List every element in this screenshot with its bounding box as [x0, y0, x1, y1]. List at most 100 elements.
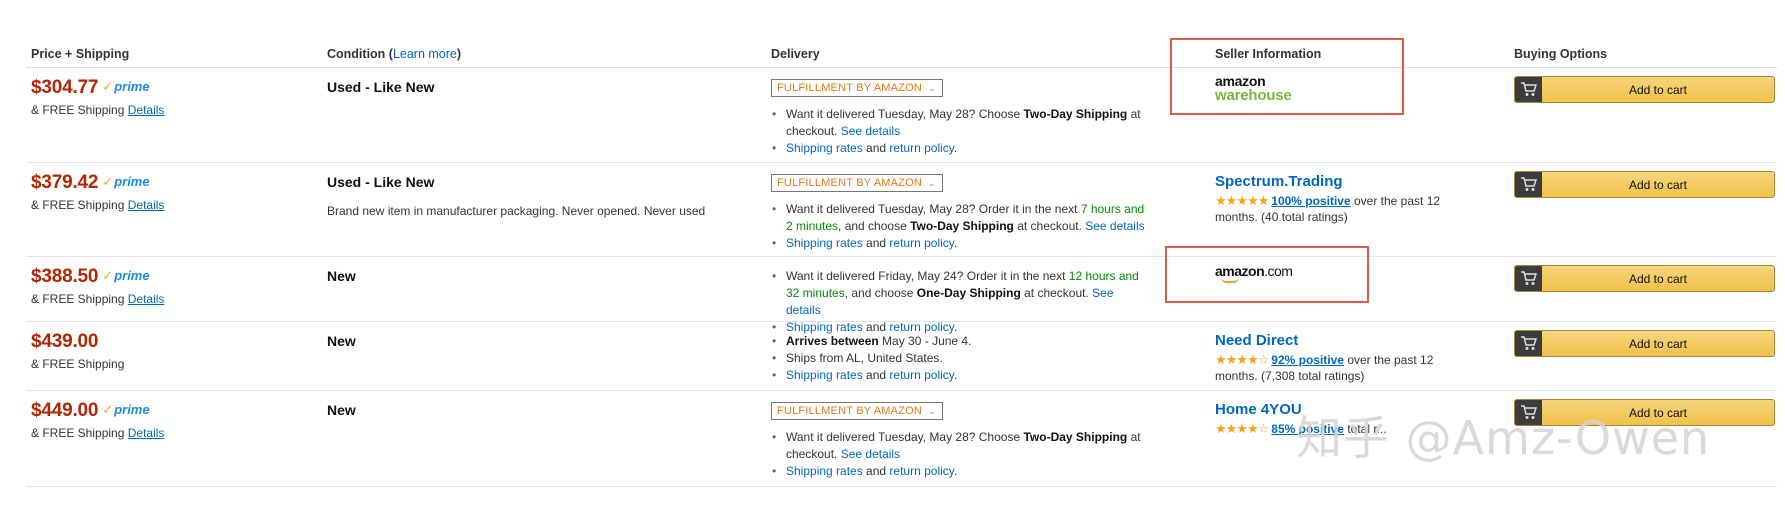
- condition-text: New: [327, 333, 356, 349]
- fulfillment-dropdown[interactable]: FULFILLMENT BY AMAZON ⌄: [771, 79, 943, 97]
- add-to-cart-button[interactable]: Add to cart: [1514, 171, 1775, 198]
- seller-name-link[interactable]: Need Direct: [1215, 332, 1465, 349]
- details-link[interactable]: Details: [128, 426, 165, 440]
- offer-price: $304.77: [31, 77, 99, 98]
- add-to-cart-button[interactable]: Add to cart: [1514, 76, 1775, 103]
- offer-price: $379.42: [31, 172, 99, 193]
- shipping-policy: Shipping rates and return policy.: [771, 235, 1151, 252]
- return-policy-link[interactable]: return policy: [889, 368, 953, 382]
- condition-cell: Used - Like New Brand new item in manufa…: [327, 174, 705, 218]
- positive-link[interactable]: 92% positive: [1271, 353, 1344, 367]
- add-to-cart-button[interactable]: Add to cart: [1514, 330, 1775, 357]
- shipping-info: & FREE Shipping Details: [31, 292, 165, 306]
- condition-note: Brand new item in manufacturer packaging…: [327, 204, 706, 218]
- star-rating-icon: ★★★★☆: [1215, 352, 1269, 367]
- watermark-text: 知乎 @Amz-Owen: [1296, 411, 1711, 465]
- shipping-rates-link[interactable]: Shipping rates: [786, 368, 863, 382]
- prime-check-icon: ✓: [102, 268, 114, 283]
- offer-price: $449.00: [31, 400, 99, 421]
- prime-badge: ✓prime: [102, 79, 150, 94]
- star-rating-icon: ★★★★★: [1215, 193, 1269, 208]
- header-condition: Condition (Learn more): [327, 47, 462, 61]
- delivery-list: Want it delivered Tuesday, May 28? Choos…: [771, 429, 1151, 480]
- shipping-rates-link[interactable]: Shipping rates: [786, 464, 863, 478]
- cart-icon: [1515, 331, 1542, 356]
- prime-check-icon: ✓: [102, 402, 114, 417]
- shipping-policy: Shipping rates and return policy.: [771, 140, 1151, 157]
- condition-text: New: [327, 402, 356, 418]
- fulfillment-dropdown[interactable]: FULFILLMENT BY AMAZON ⌄: [771, 402, 943, 420]
- price-cell: $304.77 ✓prime & FREE Shipping Details: [31, 77, 164, 117]
- shipping-policy: Shipping rates and return policy.: [771, 367, 1151, 384]
- prime-badge: ✓prime: [102, 268, 150, 283]
- cart-icon: [1515, 266, 1542, 291]
- price-cell: $439.00 & FREE Shipping: [31, 331, 124, 371]
- condition-text: New: [327, 268, 356, 284]
- return-policy-link[interactable]: return policy: [889, 141, 953, 155]
- shipping-rates-link[interactable]: Shipping rates: [786, 236, 863, 250]
- seller-name-link[interactable]: Spectrum.Trading: [1215, 173, 1465, 190]
- details-link[interactable]: Details: [128, 292, 165, 306]
- chevron-down-icon: ⌄: [928, 178, 936, 188]
- return-policy-link[interactable]: return policy: [889, 464, 953, 478]
- delivery-cell: FULFILLMENT BY AMAZON⌄ Want it delivered…: [771, 78, 1151, 157]
- highlight-box-warehouse: [1170, 38, 1404, 115]
- shipping-info: & FREE Shipping Details: [31, 426, 165, 440]
- header-delivery: Delivery: [771, 47, 820, 61]
- delivery-estimate: Want it delivered Friday, May 24? Order …: [771, 268, 1151, 319]
- delivery-cell: Arrives between May 30 - June 4. Ships f…: [771, 333, 1151, 384]
- positive-link[interactable]: 100% positive: [1271, 194, 1350, 208]
- offer-row-4: $439.00 & FREE Shipping New Arrives betw…: [26, 322, 1777, 391]
- seller-rating: ★★★★☆ 92% positive over the past 12 month…: [1215, 352, 1434, 383]
- shipping-rates-link[interactable]: Shipping rates: [786, 141, 863, 155]
- see-details-link[interactable]: See details: [841, 124, 900, 138]
- offer-row-1: $304.77 ✓prime & FREE Shipping Details Us…: [26, 68, 1777, 163]
- table-header: Price + Shipping Condition (Learn more) …: [26, 40, 1777, 68]
- price-cell: $388.50 ✓prime & FREE Shipping Details: [31, 266, 164, 306]
- prime-badge: ✓prime: [102, 174, 150, 189]
- cart-icon: [1515, 77, 1542, 102]
- fulfillment-dropdown[interactable]: FULFILLMENT BY AMAZON ⌄: [771, 174, 943, 192]
- prime-check-icon: ✓: [102, 174, 114, 189]
- see-details-link[interactable]: See details: [1085, 219, 1144, 233]
- learn-more-link[interactable]: Learn more: [393, 47, 457, 61]
- delivery-list: Want it delivered Tuesday, May 28? Choos…: [771, 106, 1151, 157]
- seller-cell: Spectrum.Trading ★★★★★ 100% positive over…: [1215, 173, 1465, 225]
- details-link[interactable]: Details: [128, 198, 165, 212]
- details-link[interactable]: Details: [128, 103, 165, 117]
- offer-row-2: $379.42 ✓prime & FREE Shipping Details Us…: [26, 163, 1777, 257]
- offers-table: Price + Shipping Condition (Learn more) …: [26, 40, 1777, 487]
- chevron-down-icon: ⌄: [928, 406, 936, 416]
- condition-text: Used - Like New: [327, 79, 435, 95]
- delivery-list: Want it delivered Tuesday, May 28? Order…: [771, 201, 1151, 252]
- delivery-estimate: Want it delivered Tuesday, May 28? Choos…: [771, 429, 1151, 463]
- header-buying-options: Buying Options: [1514, 47, 1608, 61]
- seller-cell: Need Direct ★★★★☆ 92% positive over the p…: [1215, 332, 1465, 384]
- prime-check-icon: ✓: [102, 79, 114, 94]
- arrival-estimate: Arrives between May 30 - June 4.: [771, 333, 1151, 350]
- highlight-box-amazon-com: [1165, 246, 1369, 303]
- star-rating-icon: ★★★★☆: [1215, 421, 1269, 436]
- delivery-list: Arrives between May 30 - June 4. Ships f…: [771, 333, 1151, 384]
- offer-price: $388.50: [31, 266, 99, 287]
- return-policy-link[interactable]: return policy: [889, 236, 953, 250]
- price-cell: $379.42 ✓prime & FREE Shipping Details: [31, 172, 164, 212]
- offer-row-3: $388.50 ✓prime & FREE Shipping Details Ne…: [26, 257, 1777, 336]
- delivery-cell: FULFILLMENT BY AMAZON⌄ Want it delivered…: [771, 173, 1151, 252]
- shipping-info: & FREE Shipping Details: [31, 103, 165, 117]
- price-cell: $449.00 ✓prime & FREE Shipping Details: [31, 400, 164, 440]
- cart-icon: [1515, 172, 1542, 197]
- prime-badge: ✓prime: [102, 402, 150, 417]
- header-price: Price + Shipping: [31, 47, 130, 61]
- seller-rating: ★★★★★ 100% positive over the past 12 mont…: [1215, 193, 1441, 224]
- condition-text: Used - Like New: [327, 174, 435, 190]
- chevron-down-icon: ⌄: [928, 83, 936, 93]
- shipping-info: & FREE Shipping: [31, 357, 125, 371]
- delivery-cell: FULFILLMENT BY AMAZON⌄ Want it delivered…: [771, 401, 1151, 480]
- delivery-estimate: Want it delivered Tuesday, May 28? Order…: [771, 201, 1151, 235]
- see-details-link[interactable]: See details: [841, 447, 900, 461]
- delivery-estimate: Want it delivered Tuesday, May 28? Choos…: [771, 106, 1151, 140]
- shipping-info: & FREE Shipping Details: [31, 198, 165, 212]
- ships-from: Ships from AL, United States.: [771, 350, 1151, 367]
- add-to-cart-button[interactable]: Add to cart: [1514, 265, 1775, 292]
